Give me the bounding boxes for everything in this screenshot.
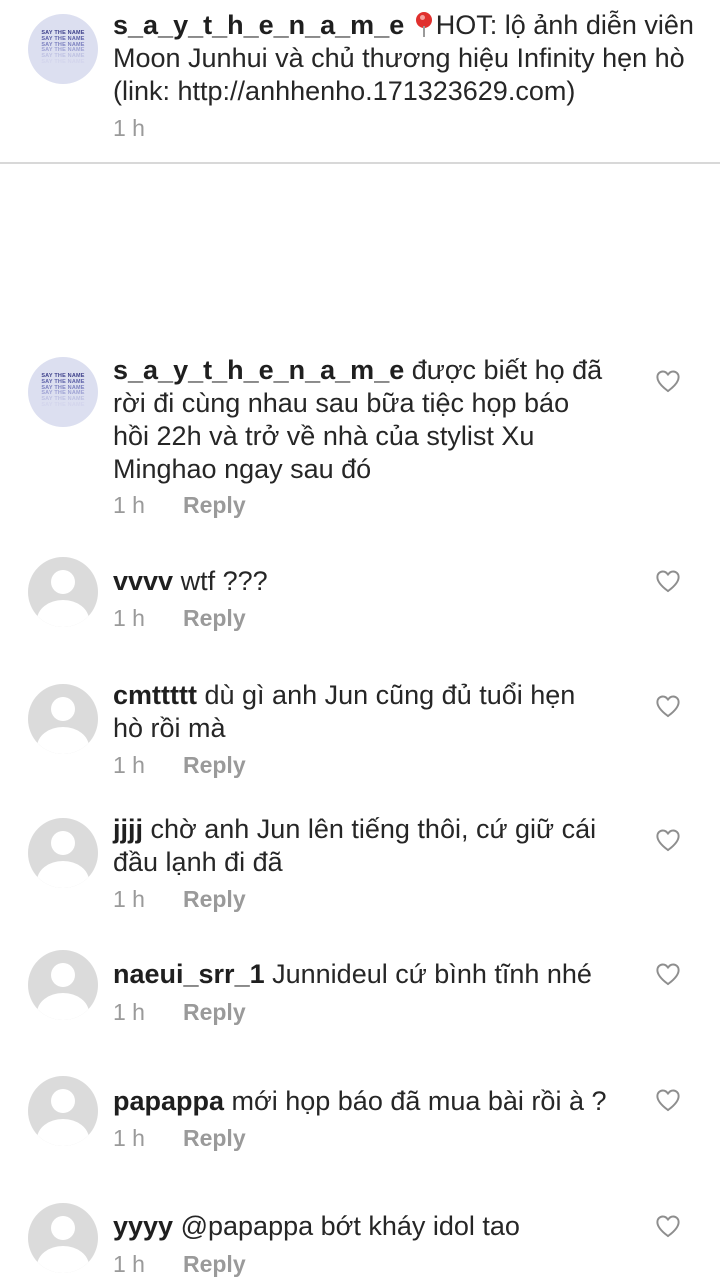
like-heart-icon[interactable] xyxy=(655,1088,681,1112)
post-username[interactable]: s_a_y_t_h_e_n_a_m_e xyxy=(113,10,404,40)
like-heart-icon[interactable] xyxy=(655,828,681,852)
comment-line: hồi 22h và trở về nhà của stylist Xu xyxy=(113,421,535,451)
default-avatar-body xyxy=(37,600,89,627)
comment-timestamp: 1 h xyxy=(113,605,145,631)
comment-line: rời đi cùng nhau sau bữa tiệc họp báo xyxy=(113,388,570,418)
comment-line: jjjj chờ anh Jun lên tiếng thôi, cứ giữ … xyxy=(113,814,597,844)
comment-line: Minghao ngay sau đó xyxy=(113,454,372,484)
like-heart-icon[interactable] xyxy=(655,1214,681,1238)
comment-meta: 1 h Reply xyxy=(113,999,246,1025)
avatar-brand-text: SAY THE NAME SAY THE NAME SAY THE NAME SAY … xyxy=(41,373,85,408)
comment-username[interactable]: jjjj xyxy=(113,814,143,844)
like-heart-icon[interactable] xyxy=(655,569,681,593)
comment-text: papappa mới họp báo đã mua bài rồi à ? xyxy=(113,1085,606,1118)
comment-meta: 1 h Reply xyxy=(113,492,246,518)
comment-meta: 1 h Reply xyxy=(113,605,246,631)
commenter-avatar[interactable] xyxy=(28,684,98,754)
reply-button[interactable]: Reply xyxy=(183,1125,246,1151)
default-avatar-head xyxy=(51,697,75,721)
comment-timestamp: 1 h xyxy=(113,1251,145,1277)
comment-username[interactable]: naeui_srr_1 xyxy=(113,959,265,989)
like-heart-icon[interactable] xyxy=(655,369,681,393)
reply-button[interactable]: Reply xyxy=(183,886,246,912)
comment-text: vvvv wtf ??? xyxy=(113,565,268,598)
comment-text: cmttttt dù gì anh Jun cũng đủ tuổi hẹn hò… xyxy=(113,679,575,745)
comment-timestamp: 1 h xyxy=(113,999,145,1025)
commenter-avatar[interactable] xyxy=(28,557,98,627)
avatar-brand-text: SAY THE NAME SAY THE NAME SAY THE NAME S… xyxy=(41,30,85,65)
commenter-avatar[interactable] xyxy=(28,1076,98,1146)
default-avatar-head xyxy=(51,831,75,855)
reply-button[interactable]: Reply xyxy=(183,999,246,1025)
default-avatar-body xyxy=(37,993,89,1020)
default-avatar-body xyxy=(37,1246,89,1273)
comment-meta: 1 h Reply xyxy=(113,1125,246,1151)
like-heart-icon[interactable] xyxy=(655,694,681,718)
post-author-avatar[interactable]: SAY THE NAME SAY THE NAME SAY THE NAME S… xyxy=(28,14,98,84)
default-avatar-head xyxy=(51,963,75,987)
caption-link-line[interactable]: (link: http://anhhenho.171323629.com) xyxy=(113,75,694,108)
caption-line-1: s_a_y_t_h_e_n_a_m_e HOT: lộ ảnh diễn viê… xyxy=(113,10,694,40)
comment-username[interactable]: s_a_y_t_h_e_n_a_m_e xyxy=(113,355,404,385)
round-pushpin-icon xyxy=(414,11,434,37)
commenter-avatar[interactable] xyxy=(28,1203,98,1273)
comment-timestamp: 1 h xyxy=(113,886,145,912)
default-avatar-body xyxy=(37,861,89,888)
post-timestamp: 1 h xyxy=(113,115,145,141)
comment-line: đầu lạnh đi đã xyxy=(113,847,283,877)
comment-timestamp: 1 h xyxy=(113,1125,145,1151)
comment-meta: 1 h Reply xyxy=(113,752,246,778)
comment-username[interactable]: cmttttt xyxy=(113,680,197,710)
reply-button[interactable]: Reply xyxy=(183,605,246,631)
reply-button[interactable]: Reply xyxy=(183,1251,246,1277)
comment-line: naeui_srr_1 Junnideul cứ bình tĩnh nhé xyxy=(113,959,592,989)
comment-username[interactable]: vvvv xyxy=(113,566,173,596)
comment-text: s_a_y_t_h_e_n_a_m_e được biết họ đã rời đ… xyxy=(113,354,602,486)
comment-timestamp: 1 h xyxy=(113,752,145,778)
comment-line: cmttttt dù gì anh Jun cũng đủ tuổi hẹn xyxy=(113,680,576,710)
comment-text: yyyy @papappa bớt kháy idol tao xyxy=(113,1210,520,1243)
post-caption: SAY THE NAME SAY THE NAME SAY THE NAME S… xyxy=(0,0,720,164)
post-meta: 1 h xyxy=(113,115,145,141)
comment-username[interactable]: papappa xyxy=(113,1086,224,1116)
reply-button[interactable]: Reply xyxy=(183,752,246,778)
comment-line: papappa mới họp báo đã mua bài rồi à ? xyxy=(113,1086,607,1116)
comment-line: yyyy @papappa bớt kháy idol tao xyxy=(113,1211,520,1241)
commenter-avatar[interactable] xyxy=(28,950,98,1020)
default-avatar-body xyxy=(37,727,89,754)
comment-text: jjjj chờ anh Jun lên tiếng thôi, cứ giữ … xyxy=(113,813,596,879)
default-avatar-head xyxy=(51,1216,75,1240)
post-caption-text: s_a_y_t_h_e_n_a_m_e HOT: lộ ảnh diễn viê… xyxy=(113,9,694,108)
comment-meta: 1 h Reply xyxy=(113,1251,246,1277)
default-avatar-head xyxy=(51,570,75,594)
comment-meta: 1 h Reply xyxy=(113,886,246,912)
like-heart-icon[interactable] xyxy=(655,962,681,986)
comment-line: hò rồi mà xyxy=(113,713,226,743)
reply-button[interactable]: Reply xyxy=(183,492,246,518)
comment-username[interactable]: yyyy xyxy=(113,1211,173,1241)
commenter-avatar[interactable] xyxy=(28,818,98,888)
comment-line: vvvv wtf ??? xyxy=(113,566,268,596)
commenter-avatar[interactable]: SAY THE NAME SAY THE NAME SAY THE NAME SAY … xyxy=(28,357,98,427)
comment-line: s_a_y_t_h_e_n_a_m_e được biết họ đã xyxy=(113,355,603,385)
comment-text: naeui_srr_1 Junnideul cứ bình tĩnh nhé xyxy=(113,958,592,991)
comment-timestamp: 1 h xyxy=(113,492,145,518)
default-avatar-head xyxy=(51,1089,75,1113)
caption-line-2: Moon Junhui và chủ thương hiệu Infinity … xyxy=(113,43,685,73)
